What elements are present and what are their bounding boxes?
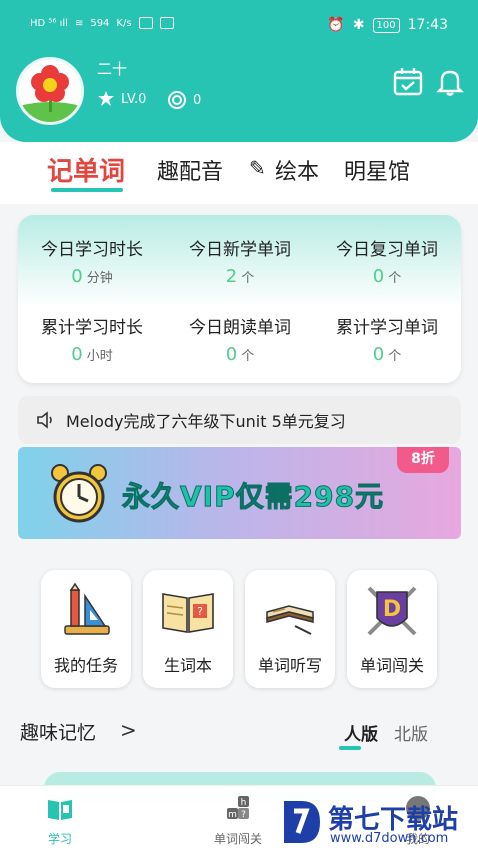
speed-unit: K/s [116, 17, 132, 29]
calendar-check-icon[interactable] [392, 66, 424, 98]
svg-text:D: D [383, 597, 401, 622]
svg-text:m: m [228, 810, 237, 820]
stat-label: 今日复习单词 [336, 240, 438, 260]
watermark-url: www.d7down.com [330, 831, 449, 846]
tab-dubbing[interactable]: 趣配音 [157, 154, 223, 186]
book-open-icon [48, 800, 72, 820]
chevron-right-icon[interactable]: > [120, 718, 137, 742]
my-tasks-button[interactable]: 我的任务 [41, 570, 131, 688]
word-book-button[interactable]: ? 生词本 [143, 570, 233, 688]
svg-text:?: ? [241, 810, 246, 820]
version-tab-ren[interactable]: 人版 [344, 720, 378, 745]
battery-icon: 100 [372, 17, 400, 33]
feature-label: 单词闯关 [359, 656, 424, 675]
stat-total-words: 累计学习单词 0个 [313, 313, 461, 365]
feature-label: 我的任务 [53, 656, 118, 675]
stat-total-time: 累计学习时长 0 小时 [18, 313, 166, 365]
svg-text:?: ? [197, 605, 203, 618]
coins-text: 0 [193, 92, 202, 108]
site-watermark: 第七下载站 www.d7down.com [280, 795, 476, 850]
nav-label: 单词闯关 [213, 832, 262, 846]
speed-value: 594 [90, 17, 110, 29]
speaker-icon [37, 411, 52, 429]
alarm-clock-icon [51, 464, 107, 523]
stat-today-time: 今日学习时长 0 分钟 [18, 235, 166, 287]
status-right: ⏰ ✱ 100 17:43 [327, 17, 448, 33]
feature-label: 单词听写 [257, 656, 322, 675]
stat-label: 今日新学单词 [189, 240, 291, 260]
stat-label: 累计学习时长 [41, 318, 143, 338]
tab-vocabulary[interactable]: 记单词 [47, 151, 125, 188]
ruler-pencil-icon [64, 582, 110, 635]
status-bar: HD ⁵⁶ ıll ≋ 594 K/s ⏰ ✱ 100 17:43 [0, 0, 478, 50]
stat-value: 0个 [372, 266, 402, 287]
avatar[interactable] [16, 57, 84, 125]
alarm-icon: ⏰ [327, 17, 345, 33]
stat-today-review-words: 今日复习单词 0个 [313, 235, 461, 287]
stat-value: 0 分钟 [71, 266, 113, 287]
d7-logo-icon [284, 801, 320, 843]
stat-label: 今日学习时长 [41, 240, 143, 260]
dictation-button[interactable]: 单词听写 [245, 570, 335, 688]
wifi-icon: ≋ [74, 17, 84, 29]
stat-today-new-words: 今日新学单词 2个 [166, 235, 314, 287]
app-icon [159, 17, 174, 29]
stat-label: 累计学习单词 [336, 318, 438, 338]
nav-word-challenge[interactable]: h m ? 单词闯关 [208, 794, 268, 847]
signal-label: HD ⁵⁶ ıll [30, 17, 68, 29]
nav-study[interactable]: 学习 [30, 794, 90, 847]
stat-today-read-words: 今日朗读单词 0个 [166, 313, 314, 365]
pencil-icon: ✎ [249, 156, 266, 180]
nav-label: 学习 [47, 832, 72, 846]
coins-info: 0 [167, 90, 201, 110]
stat-value: 0个 [372, 344, 402, 365]
notification-icon [138, 17, 153, 29]
book-icon: ? [162, 593, 214, 633]
level-info: LV.0 [97, 90, 146, 108]
notice-text: Melody完成了六年级下unit 5单元复习 [66, 412, 346, 431]
tab-star-hall[interactable]: 明星馆 [344, 154, 410, 186]
activity-notice[interactable]: Melody完成了六年级下unit 5单元复习 [18, 396, 461, 444]
feature-label: 生词本 [163, 656, 212, 675]
letters-blocks-icon: h m ? [227, 796, 249, 820]
svg-text:h: h [241, 798, 247, 808]
star-badge-icon [98, 91, 114, 106]
writing-book-icon [266, 605, 314, 635]
stat-label: 今日朗读单词 [189, 318, 291, 338]
profile-header: HD ⁵⁶ ıll ≋ 594 K/s ⏰ ✱ 100 17:43 二十 LV.… [0, 0, 478, 142]
discount-badge: 8折 [397, 447, 449, 473]
level-text: LV.0 [121, 91, 147, 107]
category-tabs: 记单词 趣配音 ✎ 绘本 明星馆 [0, 142, 478, 204]
vip-banner[interactable]: 永久VIP仅需298元 8折 [18, 447, 461, 539]
bell-icon[interactable] [434, 66, 466, 98]
tab-picture-book[interactable]: 绘本 [275, 154, 319, 186]
banner-text: 永久VIP仅需298元 [121, 480, 385, 514]
word-challenge-button[interactable]: D 单词闯关 [347, 570, 437, 688]
status-left: HD ⁵⁶ ıll ≋ 594 K/s [30, 17, 174, 29]
study-stats-card: 今日学习时长 0 分钟 今日新学单词 2个 今日复习单词 0个 累计学习时长 0小… [18, 215, 461, 383]
section-title: 趣味记忆 [20, 722, 97, 744]
stat-value: 2个 [225, 266, 255, 287]
username: 二十 [97, 60, 128, 78]
flower-avatar-icon [19, 60, 81, 122]
version-tab-indicator [339, 746, 361, 750]
coin-icon [168, 91, 186, 109]
stat-value: 0 小时 [71, 344, 113, 365]
stat-value: 0个 [225, 344, 255, 365]
status-time: 17:43 [407, 17, 448, 33]
active-tab-indicator [51, 188, 123, 192]
version-tab-bei[interactable]: 北版 [394, 720, 428, 745]
d-shield-icon: D [367, 586, 417, 636]
bluetooth-icon: ✱ [352, 17, 365, 33]
